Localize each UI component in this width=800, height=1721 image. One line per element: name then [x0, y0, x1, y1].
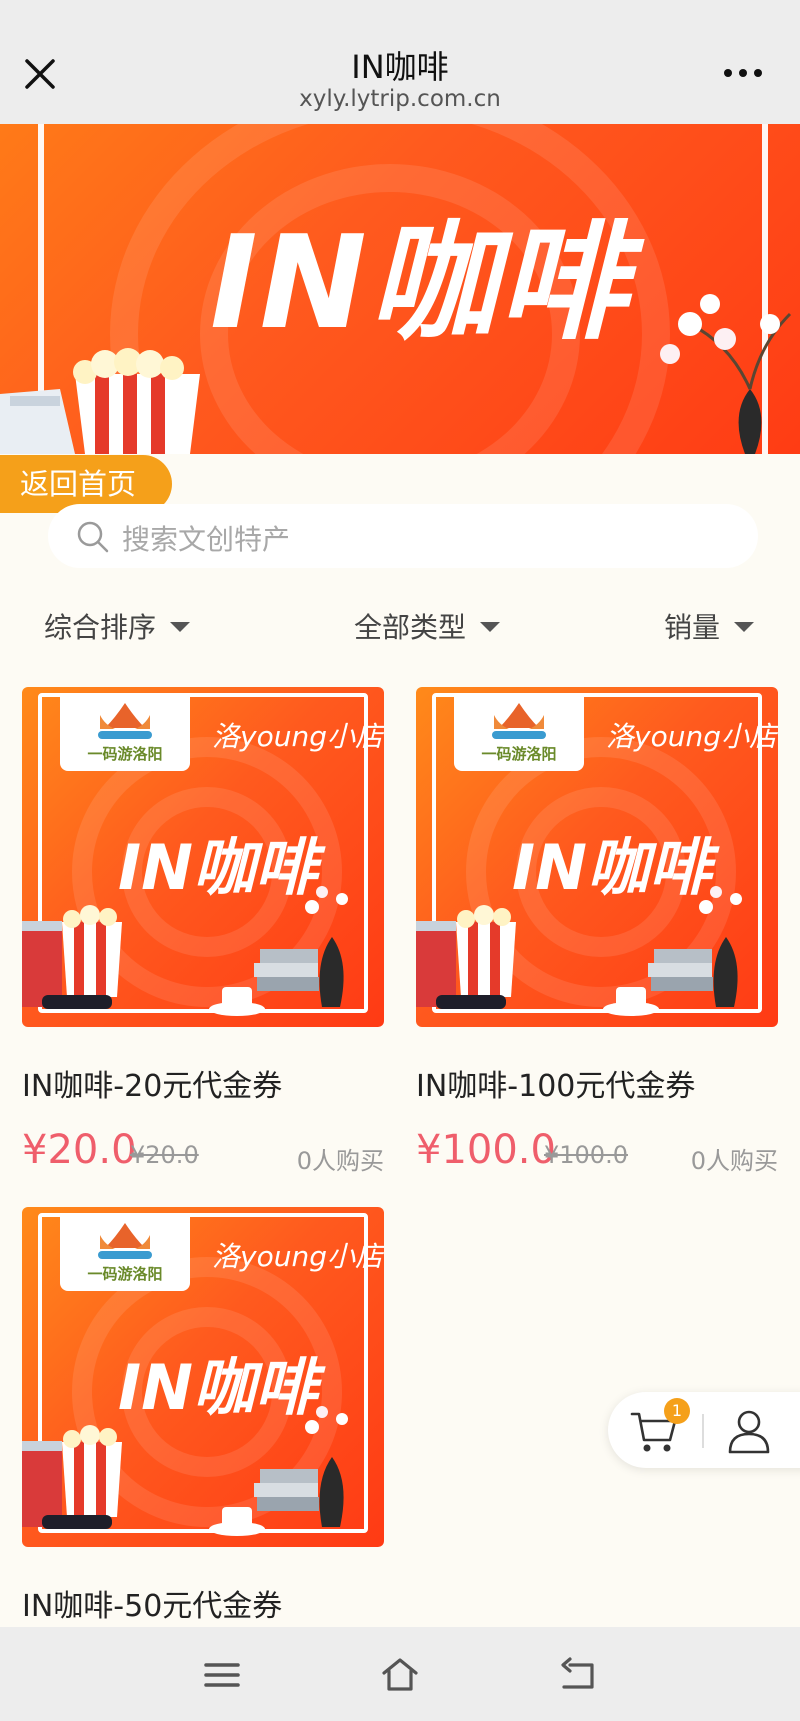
product-card[interactable]: 一码游洛阳 洛young小店 IN咖啡 IN咖啡-50元代金券	[22, 1207, 384, 1625]
product-image[interactable]: 一码游洛阳 洛young小店 IN咖啡	[22, 687, 384, 1027]
sort-sales-dropdown[interactable]: 销量	[664, 606, 755, 646]
buyer-count: 0人购买	[296, 1147, 384, 1175]
search-bar[interactable]: 搜索文创特产	[48, 504, 758, 568]
home-icon[interactable]	[380, 1655, 420, 1695]
product-name[interactable]: IN咖啡-50元代金券	[22, 1581, 384, 1625]
user-icon[interactable]	[726, 1408, 772, 1454]
product-name[interactable]: IN咖啡-20元代金券	[22, 1061, 384, 1105]
floating-actions: 1	[608, 1392, 800, 1468]
sort-general-dropdown[interactable]: 综合排序	[44, 606, 191, 646]
sort-sales-label: 销量	[664, 611, 721, 644]
tourism-logo: 一码游洛阳	[60, 693, 190, 771]
original-price: ¥100.0	[544, 1141, 628, 1169]
browser-top-bar: IN咖啡 xyly.lytrip.com.cn	[0, 0, 800, 124]
lotus-logo-icon	[98, 1223, 152, 1259]
sort-bar: 综合排序 全部类型 销量	[0, 606, 800, 656]
cart-badge: 1	[664, 1398, 690, 1424]
shop-name: 洛young小店	[606, 720, 777, 753]
shop-banner: IN咖啡	[0, 124, 800, 454]
logo-caption: 一码游洛阳	[481, 745, 557, 763]
flower-vase-illustration	[660, 294, 792, 454]
popcorn-illustration	[0, 348, 200, 454]
search-placeholder: 搜索文创特产	[122, 523, 291, 556]
caret-down-icon	[170, 622, 191, 632]
buyer-count: 0人购买	[690, 1147, 778, 1175]
caret-down-icon	[734, 622, 755, 632]
coffee-illustration	[416, 886, 742, 1016]
lotus-logo-icon	[98, 703, 152, 739]
product-price: ¥20.0	[22, 1127, 137, 1173]
menu-icon[interactable]	[202, 1655, 242, 1695]
caret-down-icon	[480, 622, 501, 632]
lotus-logo-icon	[492, 703, 546, 739]
tourism-logo: 一码游洛阳	[454, 693, 584, 771]
more-icon[interactable]	[722, 66, 764, 80]
product-image[interactable]: 一码游洛阳 洛young小店 IN咖啡	[416, 687, 778, 1027]
divider	[702, 1414, 704, 1448]
shop-name: 洛young小店	[212, 1240, 383, 1273]
original-price: ¥20.0	[130, 1141, 199, 1169]
coffee-illustration	[22, 886, 348, 1016]
coffee-illustration	[22, 1406, 348, 1536]
browser-bottom-bar	[0, 1627, 800, 1721]
tourism-logo: 一码游洛阳	[60, 1213, 190, 1291]
product-card[interactable]: 一码游洛阳 洛young小店 IN咖啡 IN咖啡-20元代金券 ¥20.0 ¥2…	[22, 687, 384, 1175]
sort-general-label: 综合排序	[44, 611, 157, 644]
product-image[interactable]: 一码游洛阳 洛young小店 IN咖啡	[22, 1207, 384, 1547]
search-icon	[77, 521, 109, 553]
banner-title: IN咖啡	[210, 209, 629, 358]
price-line: ¥20.0 ¥20.0 0人购买	[22, 1127, 384, 1175]
logo-caption: 一码游洛阳	[87, 1265, 163, 1283]
product-price: ¥100.0	[416, 1127, 556, 1173]
back-icon[interactable]	[558, 1655, 598, 1695]
product-card[interactable]: 一码游洛阳 洛young小店 IN咖啡 IN咖啡-100元代金券 ¥100.0	[416, 687, 778, 1175]
product-name[interactable]: IN咖啡-100元代金券	[416, 1061, 778, 1105]
page-url: xyly.lytrip.com.cn	[299, 86, 501, 112]
shop-name: 洛young小店	[212, 720, 383, 753]
page-title: IN咖啡	[351, 48, 449, 86]
sort-category-label: 全部类型	[354, 611, 467, 644]
logo-caption: 一码游洛阳	[87, 745, 163, 763]
price-line: ¥100.0 ¥100.0 0人购买	[416, 1127, 778, 1175]
sort-category-dropdown[interactable]: 全部类型	[354, 606, 501, 646]
